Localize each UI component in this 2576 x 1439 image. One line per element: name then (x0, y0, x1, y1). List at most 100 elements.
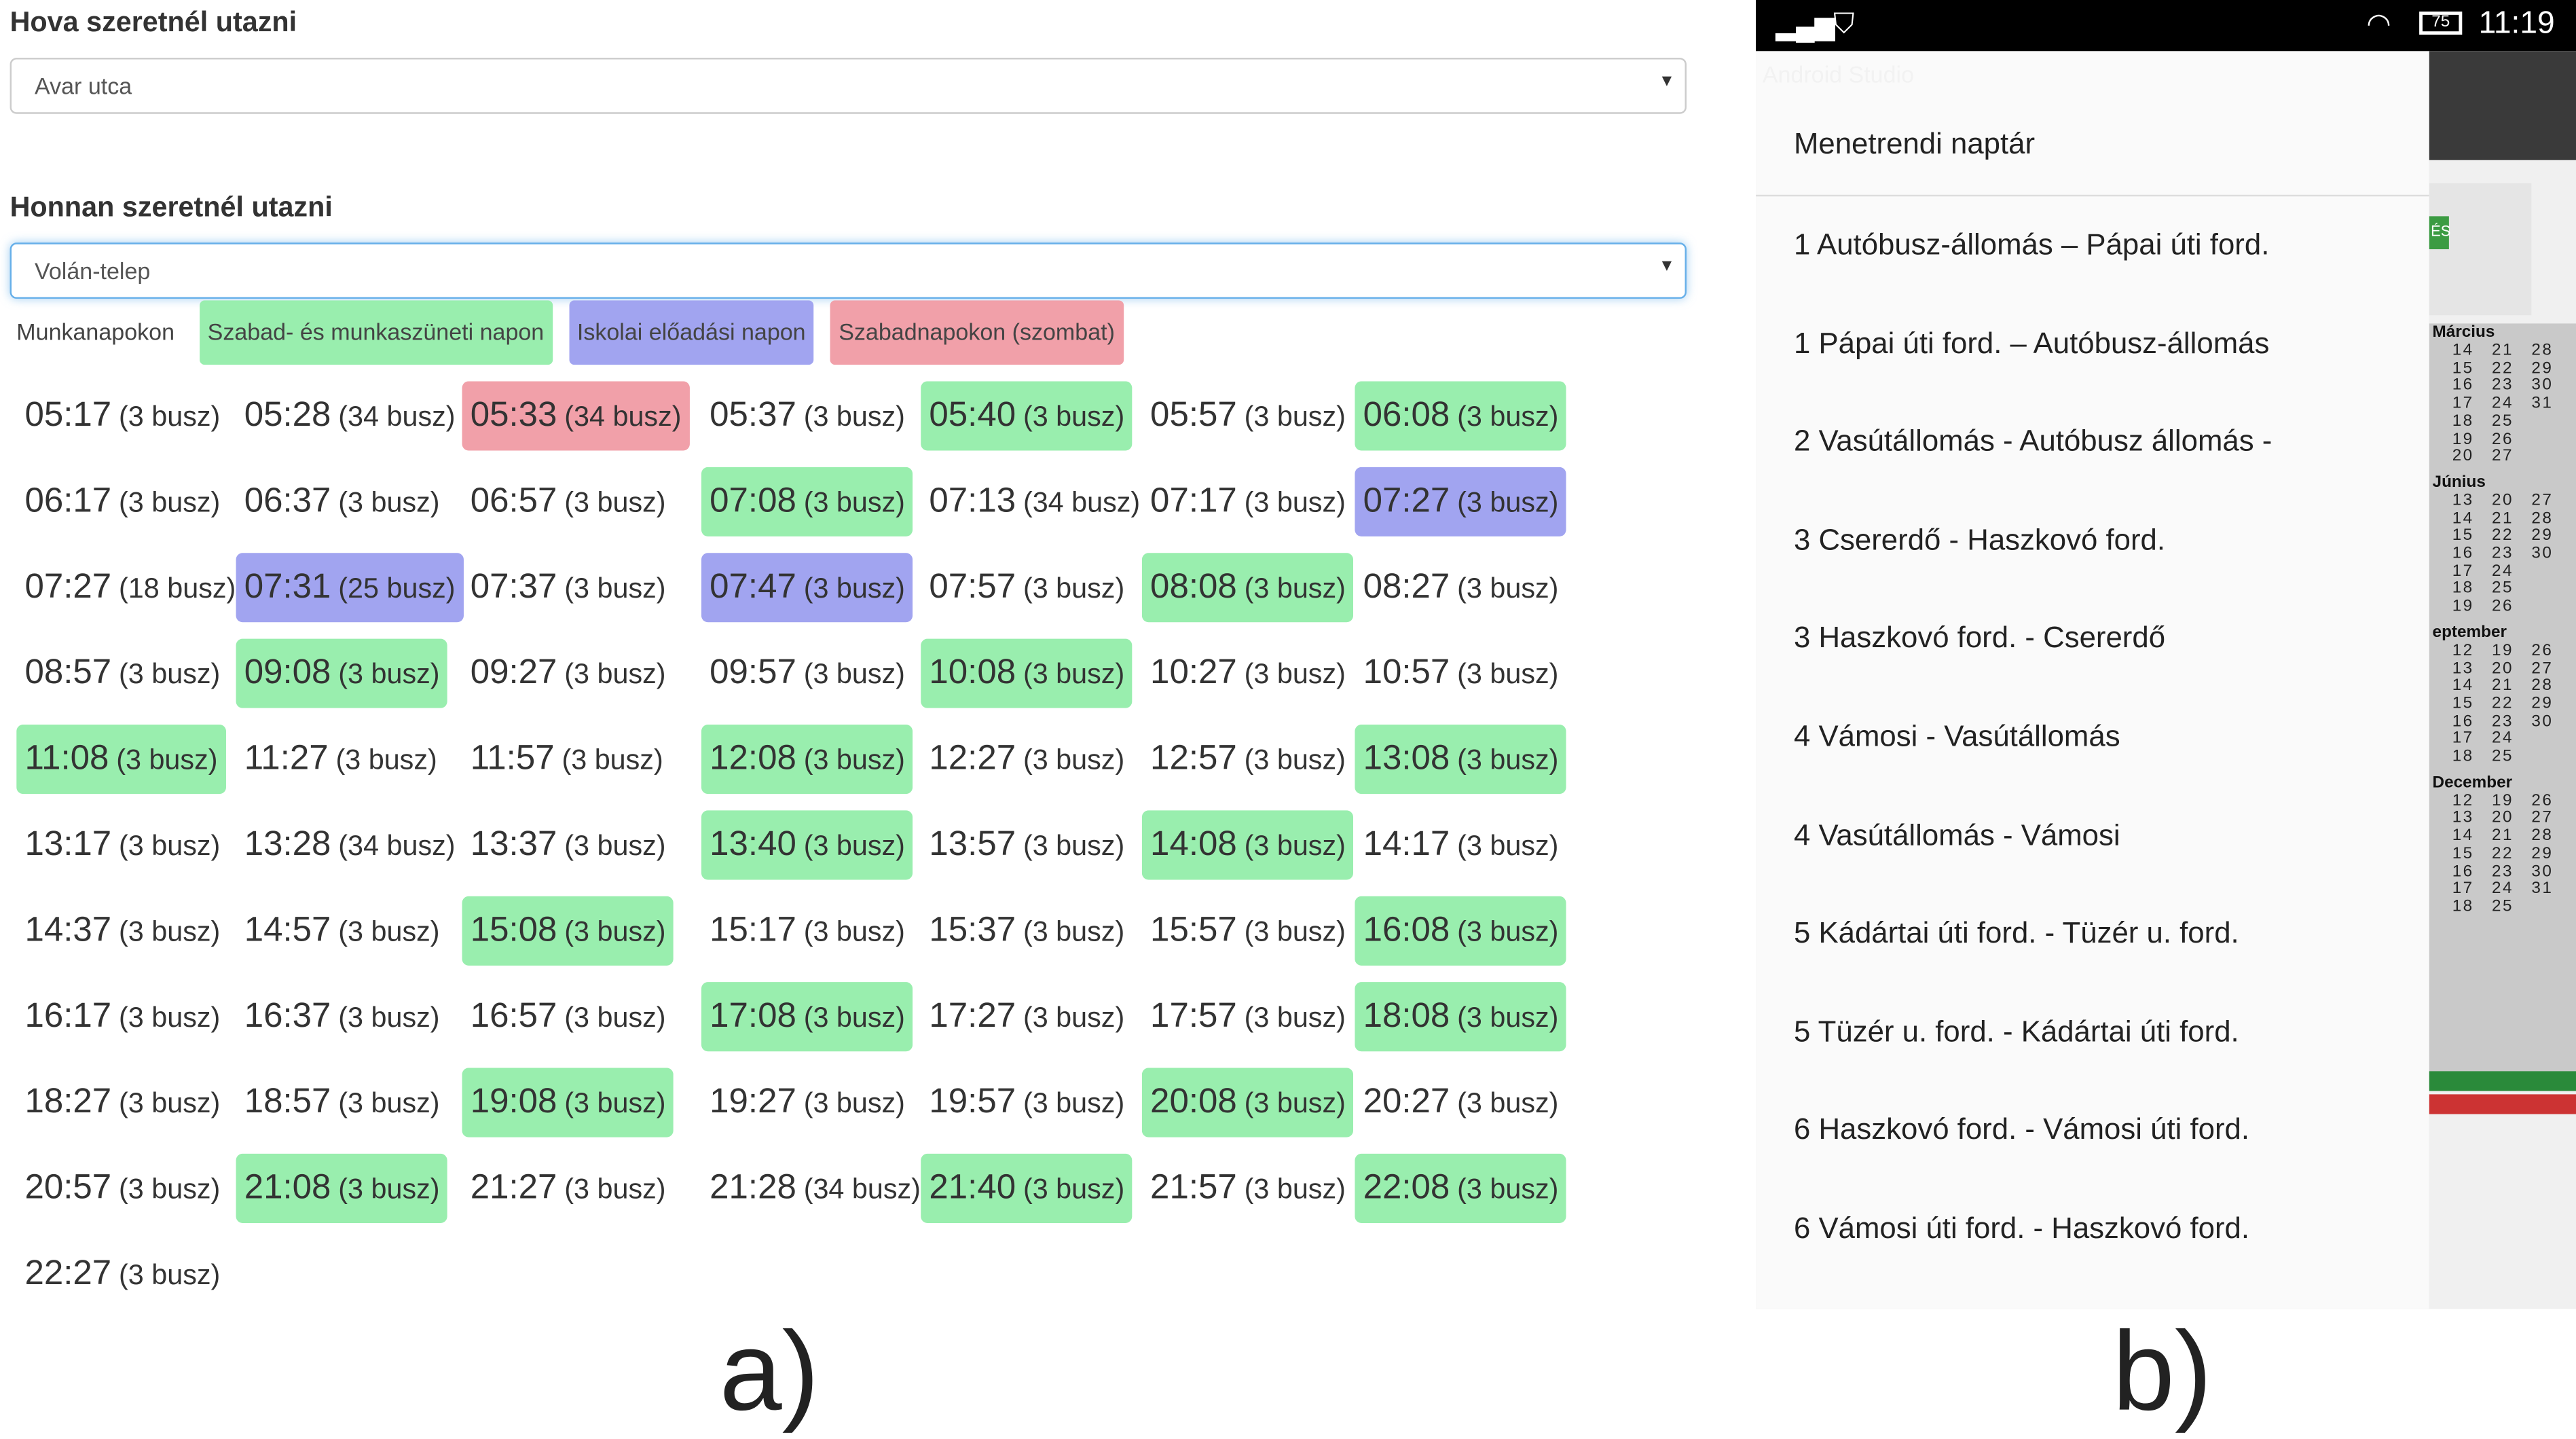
calendar-week-row: 14 21 28 (2429, 342, 2571, 360)
departure-time: 11:27 (3 busz) (236, 725, 445, 794)
calendar-day: 29 (2531, 844, 2554, 863)
departure-time-value: 17:27 (929, 997, 1016, 1035)
drawer-header[interactable]: Menetrendi naptár (1794, 127, 2035, 162)
calendar-week-row: 18 25 (2429, 897, 2571, 916)
origin-select[interactable]: Volán-telep ▼ (10, 242, 1687, 299)
drawer-route-item[interactable]: 3 Csererdő - Haszkovó ford. (1794, 523, 2165, 558)
departure-time-value: 05:37 (710, 396, 796, 435)
departure-time: 17:57 (3 busz) (1142, 982, 1354, 1051)
calendar-day: 27 (2492, 448, 2514, 466)
departure-time: 07:08 (3 busz) (701, 467, 914, 536)
calendar-day: 28 (2531, 509, 2554, 528)
departure-time: 22:08 (3 busz) (1355, 1153, 1567, 1224)
calendar-week-row: 15 22 29 (2429, 844, 2571, 863)
destination-select[interactable]: Avar utca ▼ (10, 58, 1687, 114)
departure-time: 10:57 (3 busz) (1355, 639, 1566, 708)
drawer-route-item[interactable]: 5 Kádártai úti ford. - Tüzér u. ford. (1794, 916, 2239, 951)
calendar-day: 14 (2452, 676, 2474, 695)
calendar-day: 31 (2531, 395, 2554, 413)
departure-time: 07:37 (3 busz) (462, 553, 674, 622)
calendar-day: 19 (2452, 430, 2474, 448)
departure-time: 15:37 (3 busz) (921, 896, 1133, 966)
timetable-row: 13:17 (3 busz) 13:28 (34 busz) 13:37 (3 bu… (8, 810, 1659, 896)
green-bar (2429, 1071, 2576, 1091)
calendar-day: 25 (2492, 580, 2514, 598)
calendar-day: 18 (2452, 897, 2474, 916)
drawer-route-item[interactable]: 6 Haszkovó ford. - Vámosi úti ford. (1794, 1113, 2249, 1148)
calendar-day: 29 (2531, 359, 2554, 378)
drawer-route-item[interactable]: 4 Vasútállomás - Vámosi (1794, 818, 2120, 853)
calendar-week-row: 13 20 27 (2429, 492, 2571, 509)
bus-line-note: (3 busz) (119, 486, 221, 519)
bus-line-note: (3 busz) (564, 915, 666, 948)
calendar-day: 26 (2531, 641, 2554, 660)
calendar-day: 20 (2492, 809, 2514, 828)
calendar-day: 17 (2452, 730, 2474, 748)
origin-select-value: Volán-telep (35, 257, 151, 285)
calendar-day: 21 (2492, 342, 2514, 360)
departure-time-value: 13:57 (929, 825, 1016, 864)
calendar-day: 19 (2492, 641, 2514, 660)
timetable-row: 08:57 (3 busz) 09:08 (3 busz) 09:27 (3 bus… (8, 638, 1659, 725)
departure-time: 15:57 (3 busz) (1142, 896, 1354, 966)
navigation-drawer: Android Studio Menetrendi naptár 1 Autób… (1756, 51, 2429, 1309)
calendar-day: 20 (2492, 659, 2514, 678)
departure-time: 18:08 (3 busz) (1355, 982, 1567, 1052)
departure-time-value: 20:57 (24, 1168, 112, 1207)
calendar-day: 30 (2531, 545, 2554, 563)
drawer-route-item[interactable]: 1 Pápai úti ford. – Autóbusz-állomás (1794, 326, 2269, 361)
bus-line-note: (3 busz) (1244, 830, 1346, 862)
bus-line-note: (3 busz) (1457, 1173, 1559, 1205)
departure-time-value: 11:08 (24, 739, 109, 778)
bus-line-note: (3 busz) (1244, 401, 1346, 433)
calendar-week-row: 15 22 29 (2429, 528, 2571, 545)
departure-time-value: 07:57 (929, 568, 1016, 606)
departure-time-value: 09:08 (244, 653, 331, 692)
calendar-week-row: 18 25 (2429, 748, 2571, 765)
legend-workdays: Munkanapokon (16, 318, 175, 345)
bus-line-note: (3 busz) (803, 744, 905, 776)
timetable-row: 05:17 (3 busz) 05:28 (34 busz) 05:33 (34 b… (8, 381, 1659, 467)
departure-time-value: 08:08 (1150, 568, 1237, 606)
calendar-day: 27 (2531, 659, 2554, 678)
drawer-route-item[interactable]: 6 Vámosi úti ford. - Haszkovó ford. (1794, 1212, 2249, 1246)
chevron-down-icon: ▼ (1658, 72, 1675, 91)
departure-time: 16:57 (3 busz) (462, 982, 674, 1051)
bus-line-note: (3 busz) (1244, 572, 1346, 604)
calendar-day: 17 (2452, 879, 2474, 898)
drawer-route-item[interactable]: 3 Haszkovó ford. - Csererdő (1794, 621, 2165, 656)
drawer-route-item[interactable]: 1 Autóbusz-állomás – Pápai úti ford. (1794, 227, 2269, 262)
departure-time: 16:37 (3 busz) (236, 982, 448, 1051)
bus-line-note: (3 busz) (119, 1087, 221, 1119)
departure-time: 13:37 (3 busz) (462, 810, 674, 879)
status-time: 11:19 (2478, 6, 2555, 41)
bus-line-note: (3 busz) (564, 830, 666, 862)
departure-time-value: 17:08 (710, 997, 796, 1035)
departure-time-value: 12:57 (1150, 739, 1237, 778)
departure-time-value: 05:33 (470, 396, 557, 435)
drawer-route-item[interactable]: 2 Vasútállomás - Autóbusz állomás - (1794, 424, 2272, 459)
departure-time-value: 13:40 (710, 825, 796, 864)
calendar-day: 12 (2452, 791, 2474, 810)
bus-line-note: (3 busz) (1244, 658, 1346, 690)
departure-time-value: 05:40 (929, 396, 1016, 435)
calendar-day: 24 (2492, 562, 2514, 581)
bus-line-note: (3 busz) (119, 1002, 221, 1034)
departure-time: 19:08 (3 busz) (462, 1068, 674, 1137)
calendar-month: eptember (2432, 623, 2507, 642)
drawer-route-item[interactable]: 5 Tüzér u. ford. - Kádártai úti ford. (1794, 1015, 2239, 1049)
departure-time-value: 20:27 (1363, 1082, 1450, 1121)
origin-label: Honnan szeretnél utazni (10, 191, 333, 223)
departure-time: 21:57 (3 busz) (1142, 1154, 1354, 1223)
timetable-row: 18:27 (3 busz) 18:57 (3 busz) 19:08 (3 bus… (8, 1068, 1659, 1154)
drawer-route-item[interactable]: 4 Vámosi - Vasútállomás (1794, 720, 2120, 754)
bus-line-note: (3 busz) (119, 830, 221, 862)
timetable-grid: 05:17 (3 busz) 05:28 (34 busz) 05:33 (34 b… (8, 381, 1659, 1325)
departure-time: 08:08 (3 busz) (1141, 553, 1355, 623)
calendar-day: 24 (2492, 395, 2514, 413)
calendar-day: 16 (2452, 862, 2474, 881)
calendar-day: 30 (2531, 712, 2554, 731)
bus-line-note: (3 busz) (119, 658, 221, 690)
calendar-day: 17 (2452, 395, 2474, 413)
departure-time-value: 13:37 (470, 825, 557, 864)
